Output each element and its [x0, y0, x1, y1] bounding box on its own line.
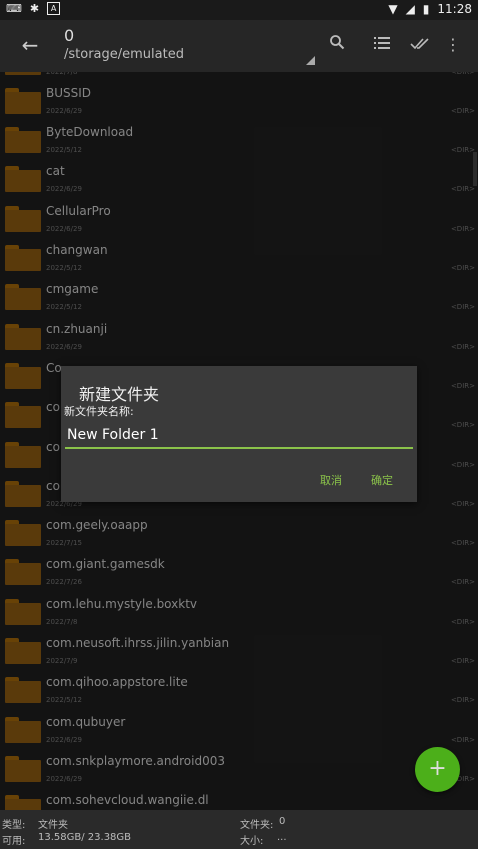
folder-name-input[interactable] [65, 423, 413, 449]
ok-button[interactable]: 确定 [371, 472, 393, 488]
page-title: 0 [64, 26, 75, 45]
multi-select-icon[interactable] [409, 34, 431, 56]
cancel-button[interactable]: 取消 [320, 472, 342, 488]
multi-select-icon-shape [410, 38, 429, 50]
add-fab-button[interactable]: + [415, 747, 460, 792]
back-arrow-icon[interactable]: ← [18, 33, 42, 57]
footer-info: 类型: 文件夹 可用: 13.58GB/ 23.38GB 文件夹: 0 大小: … [0, 810, 478, 849]
status-bar: ⌨ ✱ A ▼ ◢ ▮ 11:28 [0, 0, 478, 20]
battery-icon: ▮ [422, 2, 430, 16]
folder-count-value: 0 [279, 816, 286, 827]
search-icon[interactable] [326, 34, 348, 56]
available-label: 可用: [2, 836, 26, 847]
type-value: 文件夹 [38, 820, 68, 831]
size-value: ... [277, 832, 287, 843]
search-icon-shape [330, 35, 345, 50]
wifi-icon: ▼ [388, 2, 398, 16]
keyboard-icon: ⌨ [6, 2, 22, 15]
bug-icon: ✱ [29, 2, 40, 15]
app-bar: ← 0 /storage/emulated ⋮ [0, 20, 478, 72]
clock: 11:28 [437, 2, 472, 16]
folder-count-label: 文件夹: [240, 820, 274, 831]
list-view-icon-shape [374, 37, 390, 49]
type-label: 类型: [2, 820, 26, 831]
new-folder-dialog: 新建文件夹 新文件夹名称: 取消 确定 [61, 366, 417, 502]
dialog-title: 新建文件夹 [79, 385, 160, 404]
path-dropdown-icon[interactable] [306, 56, 315, 65]
folder-name-label: 新文件夹名称: [64, 405, 134, 418]
no-sim-icon: ◢ [405, 2, 415, 16]
list-view-icon[interactable] [371, 34, 393, 56]
available-value: 13.58GB/ 23.38GB [38, 832, 132, 843]
more-menu-icon[interactable]: ⋮ [442, 34, 464, 56]
app-a-icon: A [47, 2, 61, 15]
size-label: 大小: [240, 836, 264, 847]
path-label[interactable]: /storage/emulated [64, 47, 184, 62]
